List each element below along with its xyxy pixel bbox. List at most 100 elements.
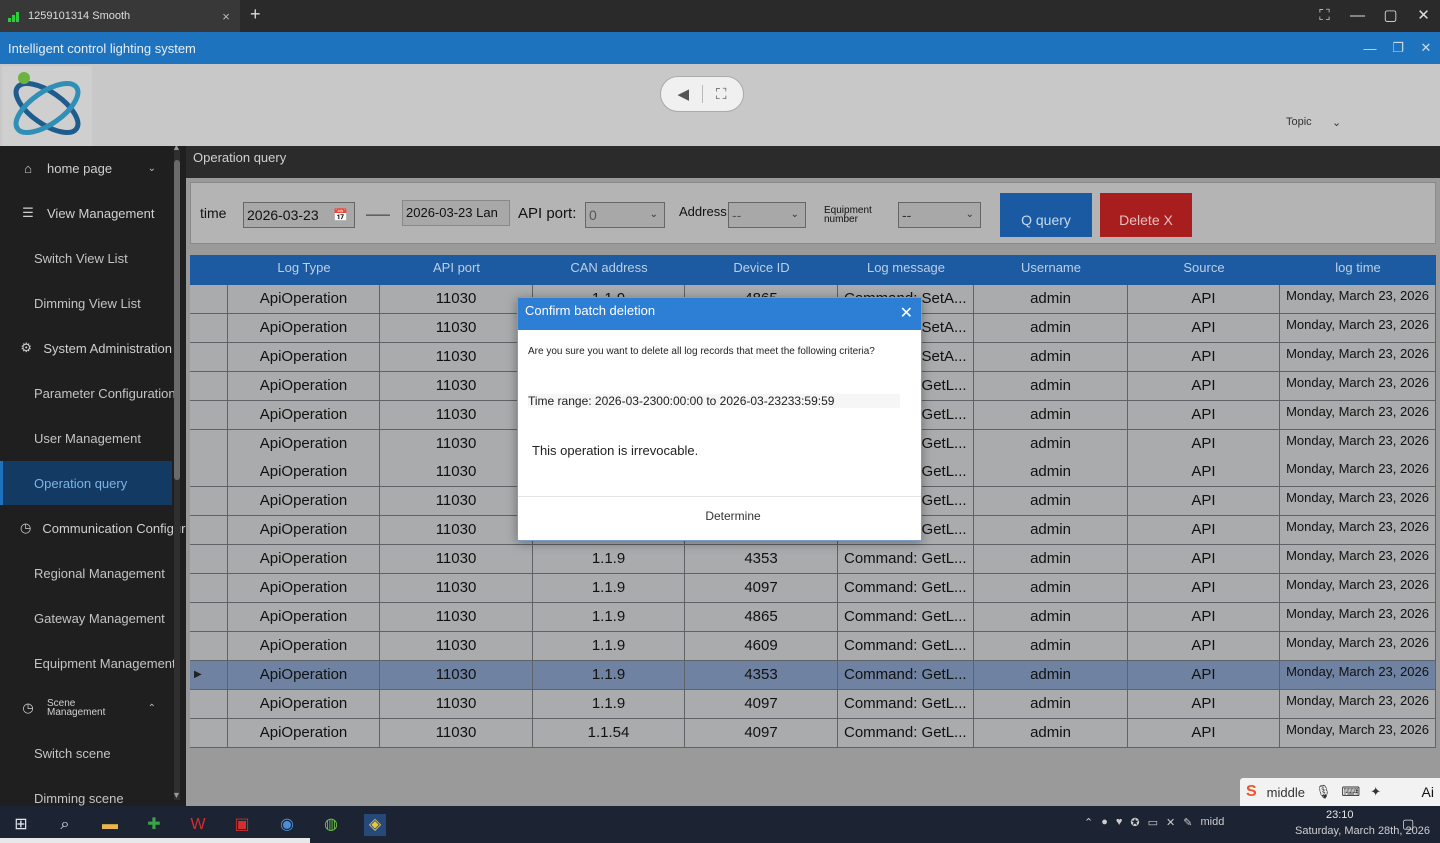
lighting-app-icon[interactable]: ◈ <box>364 814 386 836</box>
close-icon[interactable]: ✕ <box>900 303 913 323</box>
clock-time[interactable]: 23:10 <box>1326 809 1354 821</box>
collapse-toolbar-icon[interactable]: ◀ <box>677 85 689 103</box>
chevron-up-icon[interactable]: ⌃ <box>148 703 156 714</box>
file-explorer-icon[interactable]: ▬ <box>99 814 121 836</box>
cell-source: API <box>1128 574 1280 602</box>
remote-session-tab[interactable]: 1259101314 Smooth × <box>0 0 240 32</box>
network-icon[interactable]: ▭ <box>1148 816 1158 829</box>
column-header-device-id[interactable]: Device ID <box>685 255 838 285</box>
delete-button[interactable]: Delete X <box>1100 193 1192 237</box>
keyboard-icon[interactable]: ⌨ <box>1341 784 1360 800</box>
sidebar-item-parameter-configuration[interactable]: Parameter Configuration <box>0 371 176 415</box>
new-tab-button[interactable]: + <box>250 4 261 25</box>
address-value: -- <box>732 207 742 223</box>
sidebar-item-switch-view-list[interactable]: Switch View List <box>0 236 172 280</box>
fullscreen-toggle-icon[interactable]: ⛶ <box>716 86 727 103</box>
cell-port: 11030 <box>380 631 533 660</box>
close-window-icon[interactable]: ✕ <box>1413 6 1434 26</box>
api-port-select[interactable]: 0 ⌄ <box>585 202 665 228</box>
column-header-log-type[interactable]: Log Type <box>228 255 380 285</box>
volume-muted-icon[interactable]: ✕ <box>1166 816 1175 829</box>
table-row[interactable]: ApiOperation 11030 1.1.9 4097 Command: GetL.… <box>190 689 1436 719</box>
maximize-icon[interactable]: ▢ <box>1380 6 1401 26</box>
address-select[interactable]: -- ⌄ <box>728 202 806 228</box>
sidebar-item-operation-query[interactable]: Operation query <box>0 461 172 505</box>
cell-type: ApiOperation <box>228 660 380 689</box>
sidebar-item-view-management[interactable]: ☰ View Management <box>0 191 172 235</box>
row-header <box>190 718 228 747</box>
close-tab-icon[interactable]: × <box>216 9 236 24</box>
table-row[interactable]: ▶ ApiOperation 11030 1.1.9 4353 Command: GetL… <box>190 660 1436 690</box>
skin-icon[interactable]: ✦ <box>1370 784 1381 800</box>
chevron-down-icon[interactable]: ⌄ <box>148 163 156 174</box>
sidebar-scrollbar-thumb[interactable] <box>174 160 180 480</box>
table-row[interactable]: ApiOperation 11030 1.1.9 4353 Command: GetL.… <box>190 545 1436 575</box>
column-header-log-time[interactable]: log time <box>1280 255 1436 285</box>
cell-user: admin <box>974 574 1128 602</box>
calendar-icon[interactable]: 📅 <box>333 203 348 227</box>
column-header-can-address[interactable]: CAN address <box>533 255 685 285</box>
chevron-down-icon[interactable]: ⌄ <box>1332 116 1341 129</box>
sidebar-item-label: Scene Management <box>47 698 106 718</box>
tray-wps-icon[interactable]: ♥ <box>1116 816 1123 829</box>
determine-button[interactable]: Determine <box>658 504 808 528</box>
column-header-log-message[interactable]: Log message <box>838 255 974 285</box>
fullscreen-icon[interactable]: ⛶ <box>1314 6 1335 26</box>
remote-window-controls: ⛶ — ▢ ✕ <box>1314 6 1434 26</box>
table-row[interactable]: ApiOperation 11030 1.1.54 4097 Command: GetL… <box>190 718 1436 748</box>
cell-port: 11030 <box>380 371 533 400</box>
app-icon-2[interactable]: ▣ <box>231 814 253 836</box>
column-header-username[interactable]: Username <box>974 255 1128 285</box>
browser-icon[interactable]: ◉ <box>276 814 298 836</box>
sidebar-item-dimming-view-list[interactable]: Dimming View List <box>0 281 172 325</box>
search-icon[interactable]: ⌕ <box>54 814 76 836</box>
start-icon[interactable]: ⊞ <box>10 814 32 836</box>
table-row[interactable]: ApiOperation 11030 1.1.9 4097 Command: GetL.… <box>190 574 1436 603</box>
equipment-number-select[interactable]: -- ⌄ <box>898 202 981 228</box>
notification-icon[interactable]: ▢ <box>1402 816 1414 832</box>
tray-app-icon[interactable]: ● <box>1101 816 1108 829</box>
start-date-input[interactable]: 2026-03-23 📅 <box>243 202 355 228</box>
ime-mode[interactable]: middle <box>1267 785 1305 800</box>
sidebar-item-dimming-scene[interactable]: Dimming scene <box>0 776 172 806</box>
dialog-time-range: Time range: 2026-03-2300:00:00 to 2026-0… <box>528 394 900 408</box>
end-date-input[interactable]: 2026-03-23 Lan <box>402 200 510 226</box>
sidebar-item-regional-management[interactable]: Regional Management <box>0 551 172 595</box>
app-icon-3[interactable]: ◍ <box>320 814 342 836</box>
column-header-source[interactable]: Source <box>1128 255 1280 285</box>
cell-device: 4353 <box>685 545 838 574</box>
app-restore-icon[interactable]: ❐ <box>1384 40 1412 56</box>
table-row[interactable]: ApiOperation110301.1.94865Command: GetL.… <box>190 602 1436 632</box>
app-close-icon[interactable]: ✕ <box>1412 40 1440 56</box>
tray-chevron-up-icon[interactable]: ⌃ <box>1084 816 1093 829</box>
cell-user: admin <box>974 545 1128 574</box>
sidebar-item-communication-configuration[interactable]: ◷ Communication Configuration <box>0 506 186 550</box>
table-row[interactable]: ApiOperation 11030 1.1.9 4609 Command: GetL.… <box>190 631 1436 661</box>
sidebar-item-user-management[interactable]: User Management <box>0 416 172 460</box>
sidebar-item-equipment-management[interactable]: Equipment Management <box>0 641 176 685</box>
cell-time: Monday, March 23, 2026 <box>1280 718 1436 747</box>
ai-button[interactable]: Ai <box>1422 784 1434 800</box>
sidebar-item-gateway-management[interactable]: Gateway Management <box>0 596 172 640</box>
sidebar-item-system-administration[interactable]: ⚙ System Administration <box>0 326 172 370</box>
column-header-api-port[interactable]: API port <box>380 255 533 285</box>
topic-selector-label[interactable]: Topic <box>1286 116 1312 128</box>
scroll-up-icon[interactable]: ▲ <box>172 146 181 152</box>
row-header <box>190 313 228 342</box>
scroll-down-icon[interactable]: ▼ <box>172 790 181 800</box>
microphone-icon[interactable]: 🎙 <box>1315 784 1332 800</box>
query-button[interactable]: Q query <box>1000 193 1092 237</box>
minimize-icon[interactable]: — <box>1347 6 1368 26</box>
sidebar-item-scene-management[interactable]: ◷ Scene Management ⌃ <box>0 686 172 730</box>
tray-norton-icon[interactable]: ✪ <box>1130 816 1139 829</box>
sidebar-item-switch-scene[interactable]: Switch scene <box>0 731 172 775</box>
sidebar-item-home-page[interactable]: ⌂ home page ⌄ <box>0 146 172 190</box>
wps-icon[interactable]: W <box>187 814 209 836</box>
app-icon-1[interactable]: ✚ <box>143 814 165 836</box>
row-header <box>190 487 228 516</box>
table-header: Log Type API port CAN address Device ID Log … <box>190 255 1436 285</box>
app-minimize-icon[interactable]: — <box>1356 41 1384 56</box>
pen-icon[interactable]: ✎ <box>1183 816 1192 829</box>
tray-ime-label[interactable]: midd <box>1200 816 1224 829</box>
ime-logo-icon[interactable]: S <box>1246 783 1257 801</box>
